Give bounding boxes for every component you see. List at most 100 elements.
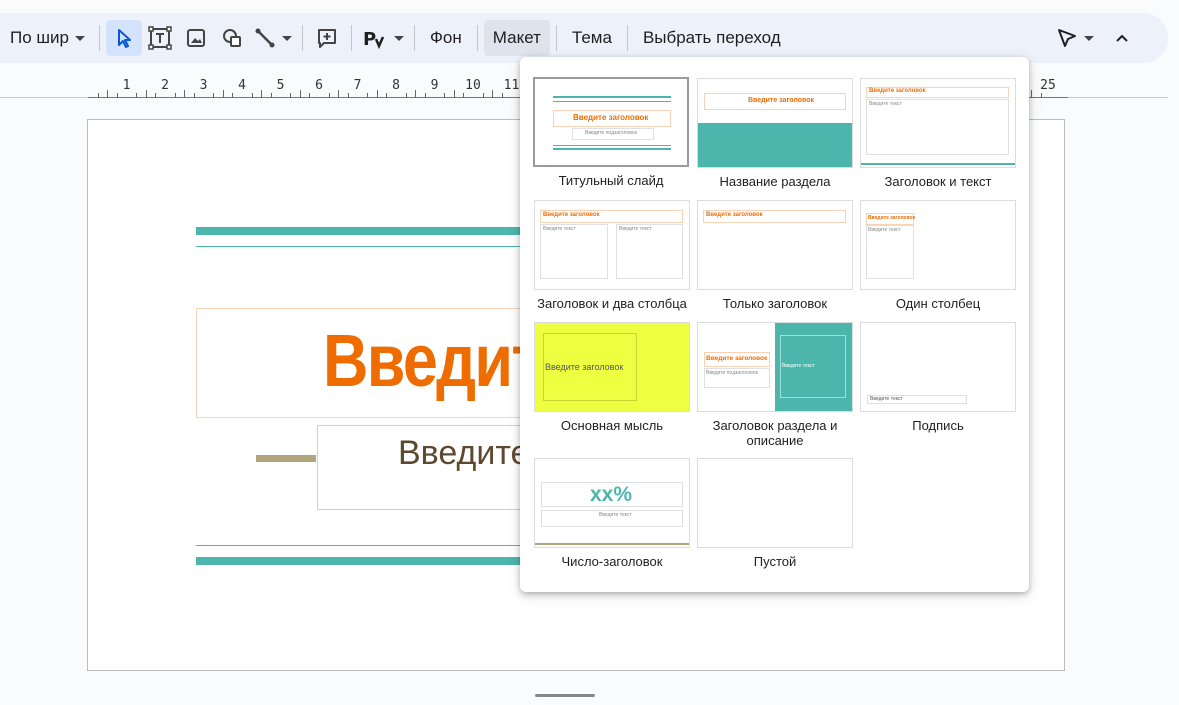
ruler-tick: [492, 90, 494, 98]
transition-button[interactable]: Выбрать переход: [634, 20, 790, 56]
layout-label: Основная мысль: [560, 418, 664, 433]
ruler-tick: [136, 93, 138, 98]
thumb-subtitle-text: Введите подзаголовок: [706, 370, 758, 376]
ruler-number: 6: [315, 78, 323, 93]
spell-check-button[interactable]: P: [358, 20, 408, 56]
layout-label: Титульный слайд: [558, 173, 664, 188]
layout-option-blank[interactable]: Пустой: [697, 458, 853, 569]
collapse-toolbar-button[interactable]: [1104, 20, 1140, 56]
chevron-down-icon: [1084, 35, 1094, 41]
chevron-up-icon: [1116, 34, 1128, 42]
theme-button[interactable]: Тема: [563, 20, 621, 56]
layout-label: Заголовок раздела и описание: [712, 418, 838, 448]
thumb-body-text: Введите текст: [619, 226, 652, 232]
thumb-title-text: Введите заголовок: [543, 212, 600, 218]
layout-option-big-number[interactable]: xx% Введите текст Число-заголовок: [534, 458, 690, 569]
ruler-number: 11: [503, 78, 520, 93]
layout-button[interactable]: Макет: [483, 20, 550, 56]
layout-option-title-only[interactable]: Введите заголовок Только заголовок: [697, 200, 853, 311]
layout-option-two-columns[interactable]: Введите заголовок Введите текст Введите …: [534, 200, 690, 311]
layout-option-section-header[interactable]: Введите заголовок Название раздела: [697, 78, 853, 189]
ruler-tick: [222, 90, 224, 98]
text-box-button[interactable]: [142, 20, 178, 56]
ruler-tick: [299, 90, 301, 98]
ruler-tick: [424, 93, 426, 98]
thumb-title-text: Введите заголовок: [748, 97, 814, 104]
layout-thumbnail: Введите заголовок Введите подзаголовок: [533, 77, 689, 167]
add-comment-icon: [318, 29, 336, 48]
layout-option-section-description[interactable]: Введите заголовок Введите подзаголовок В…: [697, 322, 853, 448]
select-tool-button[interactable]: [106, 20, 142, 56]
ruler-tick: [463, 93, 465, 98]
speaker-notes-handle[interactable]: [535, 694, 595, 697]
ruler-tick: [97, 93, 99, 98]
ruler-tick: [376, 90, 378, 98]
layout-thumbnail: Введите заголовок: [697, 78, 853, 168]
layout-option-main-point[interactable]: Введите заголовок Основная мысль: [534, 322, 690, 433]
ruler-number: 2: [161, 78, 169, 93]
subtitle-placeholder-text: Введите: [398, 434, 530, 472]
thumb-body-text: Введите текст: [599, 512, 632, 518]
layout-thumbnail: Введите заголовок: [697, 200, 853, 290]
ruler-tick: [155, 93, 157, 98]
comment-button[interactable]: [309, 20, 345, 56]
ruler-number: 3: [199, 78, 208, 93]
ruler-tick: [482, 93, 484, 98]
ruler-number: 10: [465, 78, 481, 93]
layout-label: Заголовок и текст: [884, 174, 992, 189]
thumb-line: [553, 145, 671, 146]
ruler-tick: [261, 90, 263, 98]
ruler-tick: [501, 93, 503, 98]
ruler-number: 8: [392, 78, 400, 93]
chevron-down-icon: [75, 35, 85, 41]
thumb-line: [861, 163, 1015, 165]
text-box-icon: [148, 26, 172, 50]
ruler-tick: [453, 90, 455, 98]
layout-thumbnail: [697, 458, 853, 548]
ruler-tick: [251, 93, 253, 98]
ruler-tick: [232, 93, 234, 98]
ruler-tick: [309, 93, 311, 98]
background-button[interactable]: Фон: [421, 20, 471, 56]
thumb-body-text: Введите текст: [869, 101, 902, 107]
layout-thumbnail: Введите заголовок Введите текст: [860, 200, 1016, 290]
image-icon: [187, 29, 205, 47]
toolbar-right: [1050, 20, 1140, 56]
thumb-body-text: Введите текст: [868, 227, 901, 233]
layout-option-caption[interactable]: Введите текст Подпись: [860, 322, 1016, 433]
ruler-tick: [145, 90, 147, 98]
thumb-olive-line: [535, 543, 689, 545]
thumb-line: [553, 101, 671, 102]
toolbar-divider: [555, 25, 557, 51]
thumb-column-right: [616, 224, 683, 279]
layout-option-title-slide[interactable]: Введите заголовок Введите подзаголовок Т…: [533, 77, 689, 188]
svg-text:P: P: [363, 29, 376, 49]
thumb-body-box: [866, 225, 914, 279]
ruler-tick: [367, 93, 369, 98]
ruler-tick: [174, 93, 176, 98]
cursor-arrow-icon: [118, 29, 131, 48]
thumb-body-box: [866, 99, 1009, 155]
ruler-tick: [1040, 93, 1042, 98]
thumb-line: [553, 96, 671, 98]
insert-image-button[interactable]: [178, 20, 214, 56]
layout-option-one-column[interactable]: Введите заголовок Введите текст Один сто…: [860, 200, 1016, 311]
zoom-dropdown[interactable]: По шир: [4, 20, 91, 56]
ruler-number: 9: [430, 78, 439, 93]
layout-label: Подпись: [912, 418, 964, 433]
thumb-body-text: Введите текст: [543, 226, 576, 232]
ruler-tick: [328, 93, 330, 98]
layout-option-title-and-body[interactable]: Введите заголовок Введите текст Заголово…: [860, 78, 1016, 189]
layout-label: Один столбец: [895, 296, 981, 311]
ruler-number: 5: [276, 78, 285, 93]
pen-mode-button[interactable]: [1050, 20, 1100, 56]
layout-thumbnail: Введите заголовок Введите подзаголовок В…: [697, 322, 853, 412]
decor-olive-bar: [256, 455, 316, 462]
line-tool-button[interactable]: [250, 20, 296, 56]
ruler-tick: [270, 93, 272, 98]
shape-button[interactable]: [214, 20, 250, 56]
ruler-tick: [405, 93, 407, 98]
ruler-tick: [184, 90, 186, 98]
layout-label: Заголовок и два столбца: [537, 296, 687, 311]
ruler-tick: [338, 90, 340, 98]
